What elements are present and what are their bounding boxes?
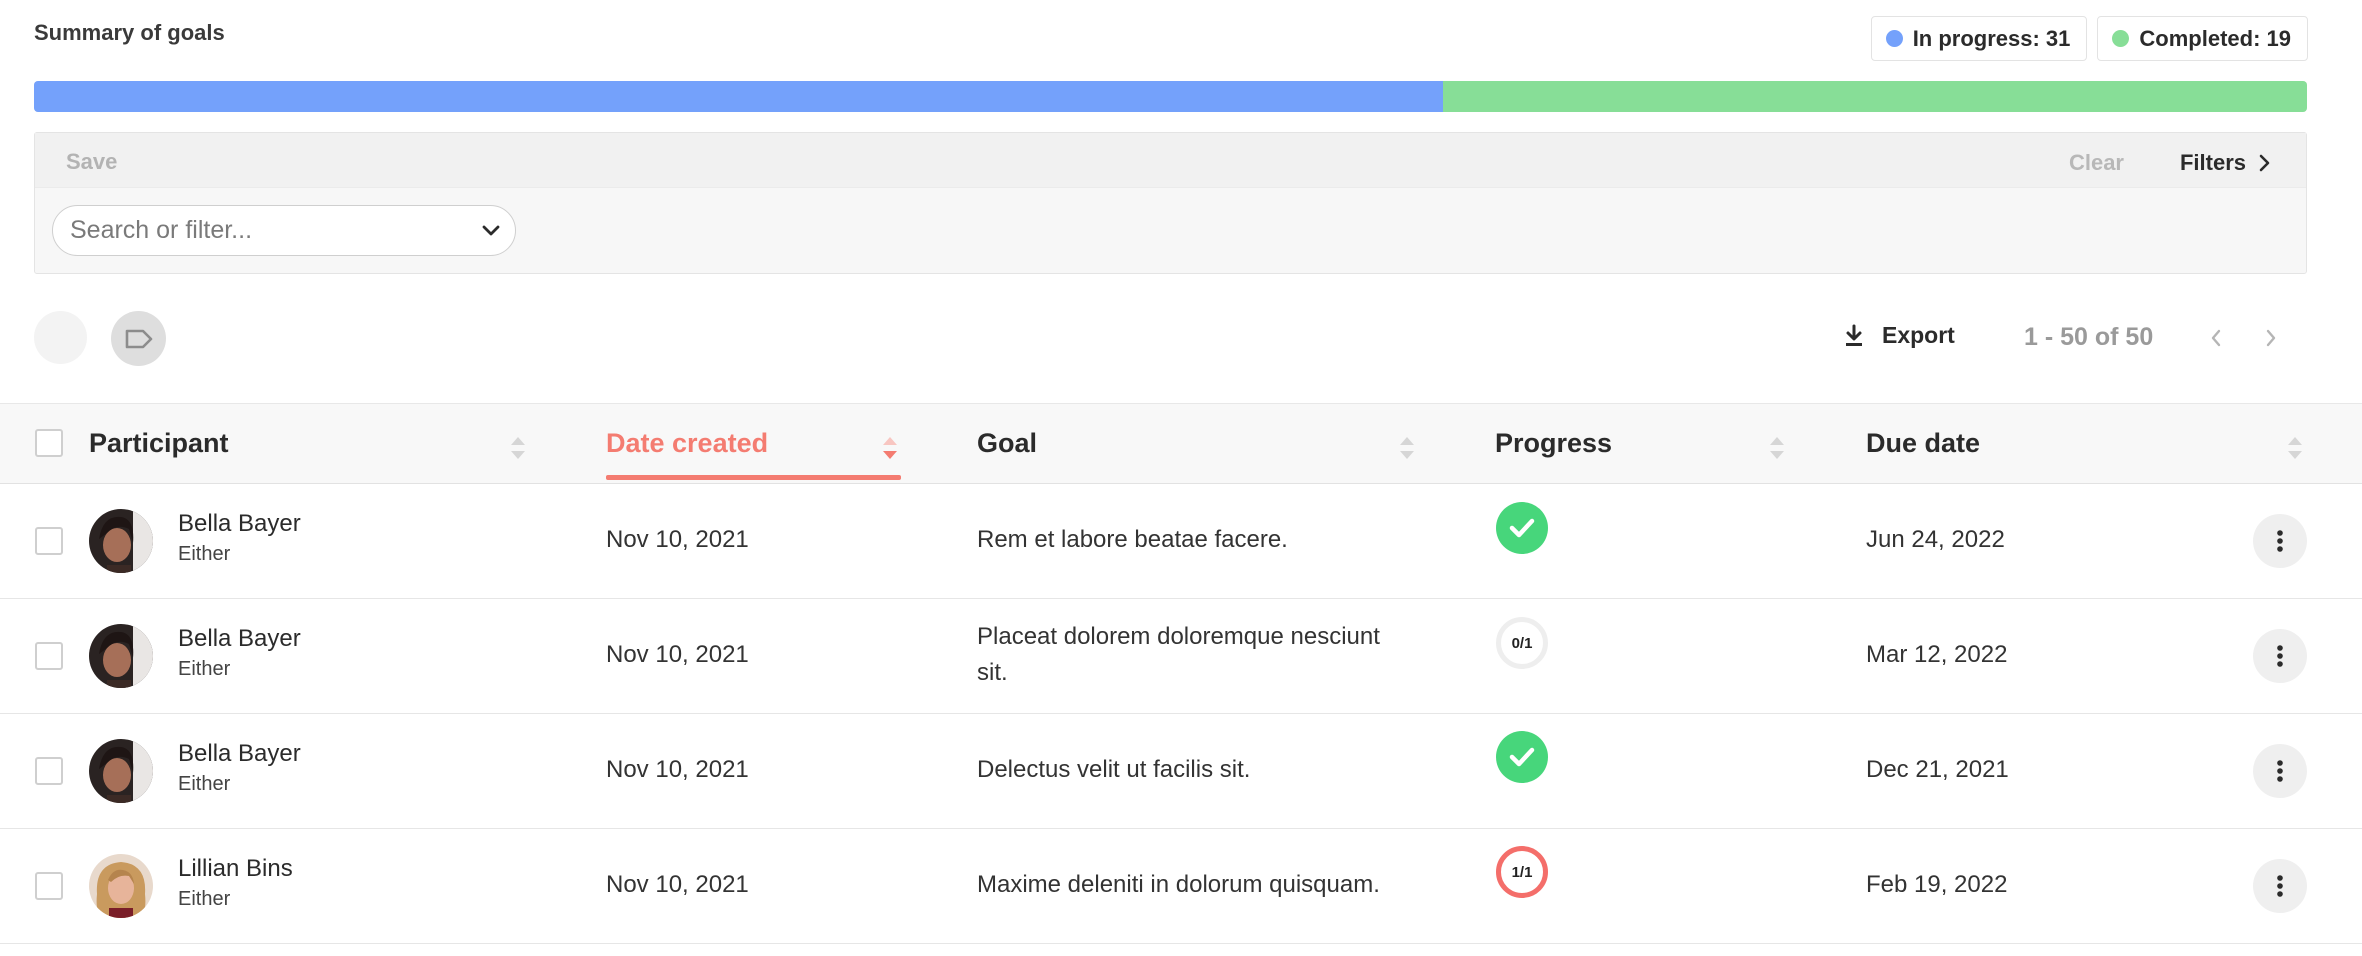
legend-completed: Completed: 19: [2097, 16, 2308, 61]
column-header-due-date[interactable]: Due date: [1866, 428, 1980, 459]
sort-icon[interactable]: [508, 434, 528, 462]
participant-name[interactable]: Bella Bayer: [178, 510, 301, 538]
row-menu-button[interactable]: [2253, 514, 2307, 568]
participant-name[interactable]: Lillian Bins: [178, 855, 293, 883]
select-all-checkbox[interactable]: [35, 429, 63, 457]
avatar: [89, 509, 153, 573]
due-date: Jun 24, 2022: [1866, 526, 2005, 553]
completed-dot-icon: [2112, 30, 2130, 47]
row-checkbox[interactable]: [35, 642, 63, 670]
table-row[interactable]: Bella Bayer Either Nov 10, 2021 Rem et l…: [0, 484, 2362, 599]
table-row[interactable]: Bella Bayer Either Nov 10, 2021 Delectus…: [0, 714, 2362, 829]
goal-text: Rem et labore beatae facere.: [977, 526, 1288, 553]
row-checkbox[interactable]: [35, 872, 63, 900]
bulk-action-button[interactable]: [34, 311, 87, 364]
more-vertical-icon: [2277, 875, 2283, 897]
goal-text: Placeat dolorem doloremque nesciunt sit.: [977, 623, 1380, 686]
participant-name[interactable]: Bella Bayer: [178, 740, 301, 768]
filters-button[interactable]: Filters: [2180, 150, 2270, 176]
date-created: Nov 10, 2021: [606, 871, 749, 898]
chevron-left-icon: [2211, 329, 2221, 347]
sort-descending-icon[interactable]: [880, 434, 900, 462]
due-date: Mar 12, 2022: [1866, 641, 2008, 668]
due-date: Feb 19, 2022: [1866, 871, 2008, 898]
more-vertical-icon: [2277, 645, 2283, 667]
filter-panel-header: Save Clear Filters: [35, 133, 2306, 188]
date-created: Nov 10, 2021: [606, 526, 749, 553]
search-input[interactable]: [70, 216, 481, 245]
participant-name[interactable]: Bella Bayer: [178, 625, 301, 653]
sort-icon[interactable]: [1397, 434, 1417, 462]
row-checkbox[interactable]: [35, 527, 63, 555]
completed-segment: [1443, 81, 2307, 112]
participant-subtitle: Either: [178, 543, 231, 565]
avatar: [89, 739, 153, 803]
progress-count-badge: 1/1: [1496, 846, 1548, 898]
tag-icon: [125, 329, 152, 348]
chevron-down-icon[interactable]: [481, 224, 501, 238]
filters-button-label: Filters: [2179, 150, 2246, 175]
table-header: Participant Date created Goal Progress D…: [0, 403, 2362, 484]
search-filter-box[interactable]: [52, 205, 516, 256]
export-button[interactable]: Export: [1844, 322, 1955, 349]
tag-button[interactable]: [111, 311, 166, 366]
goal-text: Maxime deleniti in dolorum quisquam.: [977, 871, 1380, 898]
filter-panel: Save Clear Filters: [34, 132, 2307, 274]
progress-complete-badge: [1496, 731, 1548, 783]
active-sort-underline: [606, 475, 901, 480]
avatar: [89, 854, 153, 918]
progress-legend: In progress: 31 Completed: 19: [1870, 16, 2308, 61]
column-header-goal[interactable]: Goal: [977, 428, 1037, 459]
due-date: Dec 21, 2021: [1866, 756, 2009, 783]
pagination-range: 1 - 50 of 50: [2024, 323, 2154, 351]
column-header-progress[interactable]: Progress: [1495, 428, 1612, 459]
chevron-right-icon: [2259, 154, 2270, 172]
progress-count-badge: 0/1: [1496, 617, 1548, 669]
chevron-right-icon: [2266, 329, 2276, 347]
more-vertical-icon: [2277, 760, 2283, 782]
legend-completed-label: Completed: 19: [2139, 25, 2291, 51]
goals-progress-bar: [34, 81, 2307, 112]
save-filter-button[interactable]: Save: [66, 149, 117, 175]
column-header-participant[interactable]: Participant: [89, 428, 229, 459]
row-checkbox[interactable]: [35, 757, 63, 785]
table-row[interactable]: Lillian Bins Either Nov 10, 2021 Maxime …: [0, 829, 2362, 944]
next-page-button[interactable]: [2257, 322, 2285, 354]
row-menu-button[interactable]: [2253, 629, 2307, 683]
previous-page-button[interactable]: [2202, 322, 2230, 354]
date-created: Nov 10, 2021: [606, 641, 749, 668]
table-row[interactable]: Bella Bayer Either Nov 10, 2021 Placeat …: [0, 599, 2362, 714]
participant-subtitle: Either: [178, 658, 231, 680]
checkmark-icon: [1509, 518, 1535, 538]
export-button-label: Export: [1882, 322, 1955, 348]
goal-text: Delectus velit ut facilis sit.: [977, 756, 1251, 783]
participant-subtitle: Either: [178, 773, 231, 795]
date-created: Nov 10, 2021: [606, 756, 749, 783]
more-vertical-icon: [2277, 530, 2283, 552]
clear-filter-button[interactable]: Clear: [2069, 150, 2124, 176]
row-menu-button[interactable]: [2253, 744, 2307, 798]
in-progress-dot-icon: [1885, 30, 1903, 47]
participant-subtitle: Either: [178, 888, 231, 910]
sort-icon[interactable]: [2285, 434, 2305, 462]
row-menu-button[interactable]: [2253, 859, 2307, 913]
avatar: [89, 624, 153, 688]
legend-in-progress: In progress: 31: [1870, 16, 2088, 61]
progress-complete-badge: [1496, 502, 1548, 554]
summary-title: Summary of goals: [34, 20, 225, 45]
column-header-date-created[interactable]: Date created: [606, 428, 768, 459]
legend-in-progress-label: In progress: 31: [1912, 25, 2071, 51]
download-icon: [1846, 324, 1862, 346]
in-progress-segment: [34, 81, 1444, 112]
checkmark-icon: [1509, 747, 1535, 767]
sort-icon[interactable]: [1767, 434, 1787, 462]
